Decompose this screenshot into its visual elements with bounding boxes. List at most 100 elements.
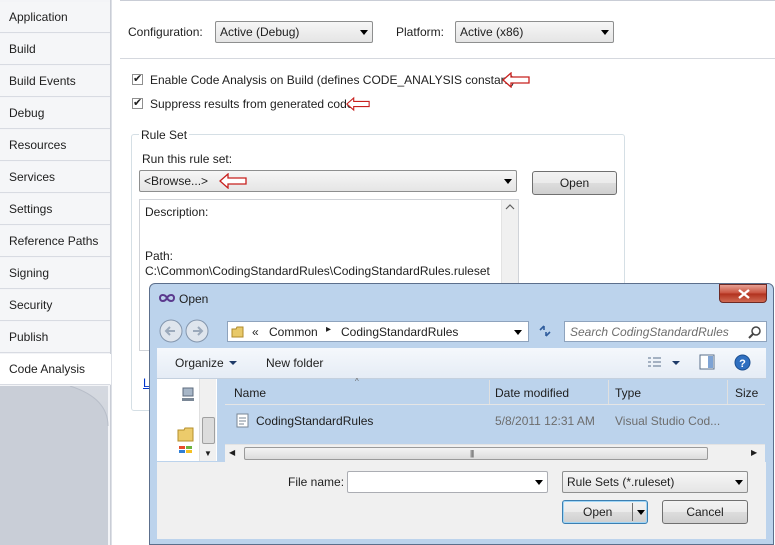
column-size[interactable]: Size — [735, 386, 758, 400]
svg-text:?: ? — [739, 358, 746, 370]
dialog-title: Open — [179, 292, 209, 306]
enable-code-analysis-checkbox[interactable]: ✔ — [132, 74, 143, 85]
chevron-down-icon — [360, 30, 368, 35]
ruleset-select[interactable]: <Browse...> — [139, 170, 517, 192]
file-name: CodingStandardRules — [256, 414, 374, 428]
file-date: 5/8/2011 12:31 AM — [495, 414, 595, 428]
dialog-open-label: Open — [583, 505, 613, 519]
dialog-cancel-button[interactable]: Cancel — [662, 500, 748, 524]
breadcrumb-common[interactable]: Common — [269, 325, 318, 339]
sidebar-item-publish[interactable]: Publish — [0, 322, 110, 353]
column-divider — [489, 380, 490, 404]
top-border — [120, 0, 775, 1]
preview-pane-icon[interactable] — [699, 354, 715, 370]
windows-drive-icon[interactable] — [179, 445, 195, 455]
breadcrumb-separator-icon[interactable]: ▸ — [326, 324, 331, 335]
dialog-open-button[interactable]: Open — [562, 500, 648, 524]
visual-studio-infinity-icon — [158, 294, 176, 302]
annotation-arrow-icon — [219, 173, 247, 189]
split-divider — [632, 503, 633, 521]
new-folder-button[interactable]: New folder — [266, 356, 323, 370]
library-folder-icon[interactable] — [177, 427, 195, 443]
chevron-down-icon — [601, 30, 609, 35]
column-date-modified[interactable]: Date modified — [495, 386, 569, 400]
platform-value: Active (x86) — [460, 25, 524, 39]
platform-select[interactable]: Active (x86) — [455, 21, 614, 43]
ruleset-value: <Browse...> — [144, 174, 209, 188]
computer-icon[interactable] — [180, 387, 196, 403]
scroll-left-icon[interactable]: ◀ — [229, 448, 235, 457]
column-divider — [727, 380, 728, 404]
sidebar-item-resources[interactable]: Resources — [0, 130, 110, 161]
suppress-generated-label: Suppress results from generated code — [150, 97, 354, 111]
search-box[interactable]: Search CodingStandardRules — [564, 321, 767, 342]
refresh-icon[interactable] — [536, 322, 554, 340]
breadcrumb-folder[interactable]: CodingStandardRules — [341, 325, 458, 339]
config-separator — [120, 58, 775, 59]
chevron-down-icon — [735, 480, 743, 485]
search-input[interactable]: Search CodingStandardRules — [570, 325, 729, 339]
sidebar-item-application[interactable]: Application — [0, 2, 110, 33]
folder-icon — [231, 326, 244, 338]
back-forward-icon[interactable] — [159, 319, 213, 343]
view-options-icon[interactable] — [647, 356, 687, 370]
file-name-input[interactable] — [347, 471, 548, 493]
sidebar-item-reference-paths[interactable]: Reference Paths — [0, 226, 110, 257]
ruleset-file-icon — [236, 413, 249, 428]
close-button[interactable] — [719, 284, 767, 303]
open-dialog: Open « Common ▸ CodingStandardRules Sear… — [149, 283, 774, 545]
breadcrumb-prefix: « — [252, 325, 259, 339]
chevron-down-icon[interactable] — [514, 330, 522, 335]
ruleset-open-button[interactable]: Open — [532, 171, 617, 195]
file-row[interactable]: CodingStandardRules 5/8/2011 12:31 AM Vi… — [225, 410, 765, 432]
nav-scrollbar[interactable]: ▼ — [199, 379, 216, 461]
sidebar-item-code-analysis[interactable]: Code Analysis — [0, 354, 111, 385]
sidebar-item-services[interactable]: Services — [0, 162, 110, 193]
file-type-filter[interactable]: Rule Sets (*.ruleset) — [562, 471, 748, 493]
annotation-arrow-icon — [346, 96, 370, 112]
chevron-down-icon[interactable] — [535, 480, 543, 485]
configuration-label: Configuration: — [128, 25, 203, 39]
nav-scroll-thumb[interactable] — [202, 417, 215, 444]
sidebar-item-build[interactable]: Build — [0, 34, 110, 65]
nav-buttons — [159, 319, 211, 343]
scroll-right-icon[interactable]: ▶ — [751, 448, 757, 457]
ruleset-group-label: Rule Set — [139, 128, 190, 142]
file-list-hscrollbar[interactable]: ◀ ||| ▶ — [225, 444, 765, 462]
sidebar-item-security[interactable]: Security — [0, 290, 110, 321]
file-name-label: File name: — [288, 475, 345, 489]
scroll-down-icon[interactable]: ▼ — [204, 449, 212, 458]
close-icon — [738, 289, 750, 299]
column-type[interactable]: Type — [615, 386, 641, 400]
suppress-generated-checkbox[interactable]: ✔ — [132, 98, 143, 109]
platform-label: Platform: — [396, 25, 445, 39]
hscroll-thumb[interactable]: ||| — [244, 447, 708, 460]
search-icon — [748, 326, 761, 339]
command-bar: Organize New folder ? — [157, 348, 766, 379]
sidebar: Application Build Build Events Debug Res… — [0, 0, 111, 545]
chevron-down-icon — [504, 179, 512, 184]
sidebar-item-signing[interactable]: Signing — [0, 258, 110, 289]
file-type: Visual Studio Cod... — [615, 414, 721, 428]
dialog-footer: File name: Rule Sets (*.ruleset) Open Ca… — [157, 462, 766, 539]
run-ruleset-label: Run this rule set: — [142, 152, 233, 166]
file-list-header: Name ^ Date modified Type Size — [225, 377, 765, 405]
chevron-down-icon[interactable] — [637, 510, 645, 515]
column-name[interactable]: Name — [234, 386, 266, 400]
scroll-up-icon[interactable] — [502, 200, 518, 214]
grip-icon: ||| — [470, 449, 474, 458]
sort-arrow-icon: ^ — [355, 377, 359, 386]
help-icon[interactable]: ? — [734, 354, 751, 371]
description-label: Description: — [145, 205, 209, 219]
sidebar-item-settings[interactable]: Settings — [0, 194, 110, 225]
chevron-down-icon[interactable] — [229, 361, 237, 365]
configuration-select[interactable]: Active (Debug) — [215, 21, 373, 43]
path-value: C:\Common\CodingStandardRules\CodingStan… — [145, 264, 490, 278]
address-bar[interactable]: « Common ▸ CodingStandardRules — [227, 321, 529, 342]
sidebar-item-build-events[interactable]: Build Events — [0, 66, 110, 97]
sidebar-tab-curve — [0, 386, 109, 545]
sidebar-item-debug[interactable]: Debug — [0, 98, 110, 129]
navigation-pane: ▼ — [157, 379, 217, 461]
column-divider — [608, 380, 609, 404]
organize-menu[interactable]: Organize — [175, 356, 224, 370]
